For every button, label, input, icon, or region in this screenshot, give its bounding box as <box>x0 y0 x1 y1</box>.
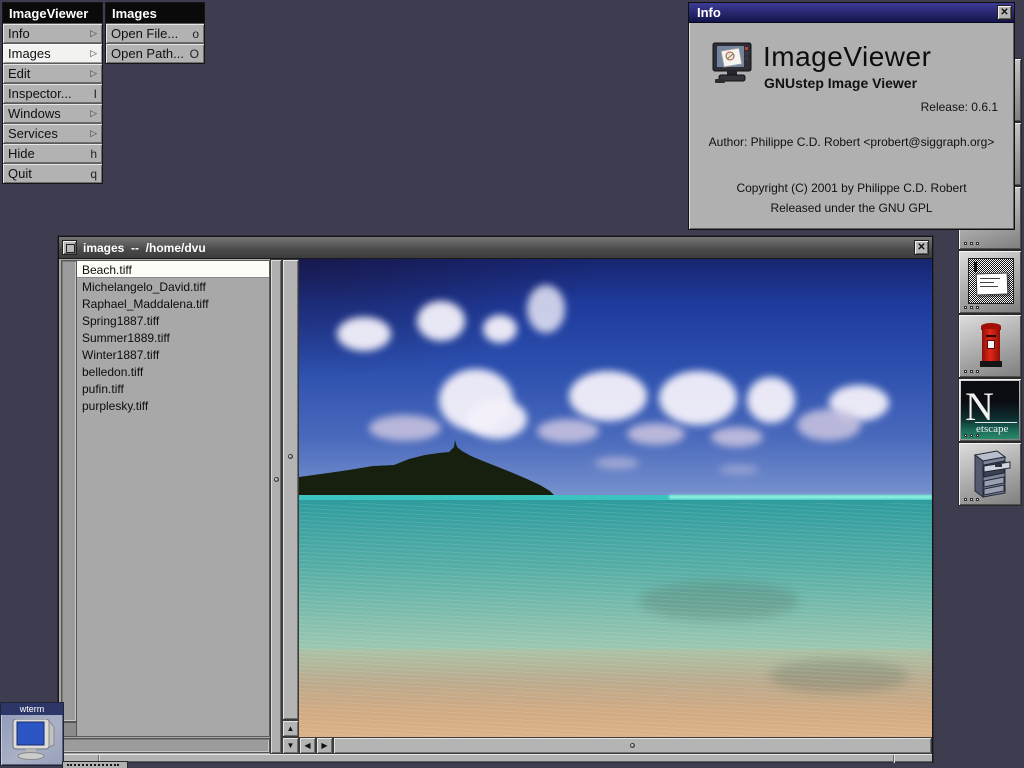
dock-tile-postbox[interactable] <box>958 314 1022 378</box>
cabinet-icon <box>971 449 1013 499</box>
running-dots <box>964 370 979 373</box>
submenu-arrow-icon: ▷ <box>90 28 97 39</box>
main-menu-title[interactable]: ImageViewer <box>3 3 102 23</box>
beach-image <box>299 259 932 737</box>
running-dots <box>964 242 979 245</box>
file-list-vscrollbar[interactable] <box>61 260 77 722</box>
dock-tile-filecabinet[interactable] <box>958 442 1022 506</box>
running-dots <box>964 498 979 501</box>
file-list: Beach.tiff Michelangelo_David.tiff Rapha… <box>77 260 270 737</box>
submenu-arrow-icon: ▷ <box>90 128 97 139</box>
netscape-etscape: etscape <box>976 423 1008 435</box>
file-row[interactable]: pufin.tiff <box>77 380 269 397</box>
file-row[interactable]: Michelangelo_David.tiff <box>77 278 269 295</box>
close-icon[interactable]: ✕ <box>997 5 1012 20</box>
menu-item-inspector[interactable]: Inspector... I <box>3 84 102 103</box>
menu-item-open-path[interactable]: Open Path... O <box>106 44 204 63</box>
dock-tile-netscape[interactable]: N etscape <box>958 378 1022 442</box>
netscape-icon: N etscape <box>961 381 1019 439</box>
viewer-window: images -- /home/dvu ✕ Beach.tiff Michela… <box>58 236 933 762</box>
file-row[interactable]: Spring1887.tiff <box>77 312 269 329</box>
submenu-arrow-icon: ▷ <box>90 108 97 119</box>
main-menu: ImageViewer Info ▷ Images ▷ Edit ▷ Inspe… <box>2 2 103 184</box>
scroll-down-button[interactable]: ▼ <box>282 737 299 754</box>
imageviewer-app-icon <box>709 41 757 87</box>
menu-item-quit[interactable]: Quit q <box>3 164 102 183</box>
menu-item-open-file[interactable]: Open File... o <box>106 24 204 43</box>
viewer-window-title: images -- /home/dvu <box>83 241 914 255</box>
info-panel: Info ✕ ImageViewer GNUstep Image Viewer … <box>688 2 1015 230</box>
file-list-hscrollbar[interactable] <box>61 738 270 753</box>
horizon-glow <box>669 495 932 499</box>
menu-item-hide[interactable]: Hide h <box>3 144 102 163</box>
app-subtitle: GNUstep Image Viewer <box>764 75 917 91</box>
info-titlebar[interactable]: Info ✕ <box>689 3 1014 23</box>
resize-notch <box>893 755 895 763</box>
menu-item-images[interactable]: Images ▷ <box>3 44 102 63</box>
menu-item-services[interactable]: Services ▷ <box>3 124 102 143</box>
file-row[interactable]: purplesky.tiff <box>77 397 269 414</box>
resize-bar[interactable] <box>59 754 932 762</box>
knob-dimple-icon <box>630 743 635 748</box>
postbox-icon <box>980 323 1002 369</box>
file-row[interactable]: Raphael_Maddalena.tiff <box>77 295 269 312</box>
menu-item-info[interactable]: Info ▷ <box>3 24 102 43</box>
close-icon[interactable]: ✕ <box>914 240 929 255</box>
submenu-arrow-icon: ▷ <box>90 48 97 59</box>
image-vscrollbar-knob[interactable] <box>282 259 299 720</box>
water-shimmer <box>299 503 932 737</box>
copyright-label: Copyright (C) 2001 by Philippe C.D. Robe… <box>689 181 1014 195</box>
divider-dimple-icon <box>274 477 279 482</box>
file-row[interactable]: belledon.tiff <box>77 363 269 380</box>
info-panel-title: Info <box>697 5 997 20</box>
scroll-up-button[interactable]: ▲ <box>282 720 299 737</box>
file-row[interactable]: Winter1887.tiff <box>77 346 269 363</box>
running-dots <box>964 434 979 437</box>
knob-dimple-icon <box>288 454 293 459</box>
viewer-titlebar[interactable]: images -- /home/dvu ✕ <box>59 237 932 259</box>
wterm-miniwindow[interactable]: wterm <box>0 702 64 766</box>
split-divider-handle[interactable] <box>270 259 282 754</box>
miniaturize-button[interactable] <box>62 240 77 255</box>
file-row-selected[interactable]: Beach.tiff <box>77 261 269 278</box>
menu-item-edit[interactable]: Edit ▷ <box>3 64 102 83</box>
license-label: Released under the GNU GPL <box>689 201 1014 215</box>
scroll-left-button[interactable]: ◀ <box>299 737 316 754</box>
menu-item-windows[interactable]: Windows ▷ <box>3 104 102 123</box>
images-submenu: Images Open File... o Open Path... O <box>105 2 205 64</box>
partial-miniwindow[interactable] <box>62 761 128 768</box>
app-name: ImageViewer <box>763 41 931 73</box>
submenu-arrow-icon: ▷ <box>90 68 97 79</box>
mail-icon <box>968 258 1014 304</box>
running-dots <box>964 306 979 309</box>
image-hscrollbar-knob[interactable] <box>333 737 932 754</box>
images-submenu-title[interactable]: Images <box>106 3 204 23</box>
scroll-right-button[interactable]: ▶ <box>316 737 333 754</box>
author-label: Author: Philippe C.D. Robert <probert@si… <box>689 135 1014 149</box>
dock-tile-mail[interactable] <box>958 250 1022 314</box>
file-row[interactable]: Summer1889.tiff <box>77 329 269 346</box>
release-label: Release: 0.6.1 <box>921 100 998 114</box>
wterm-label: wterm <box>1 703 63 715</box>
terminal-icon <box>11 719 55 761</box>
